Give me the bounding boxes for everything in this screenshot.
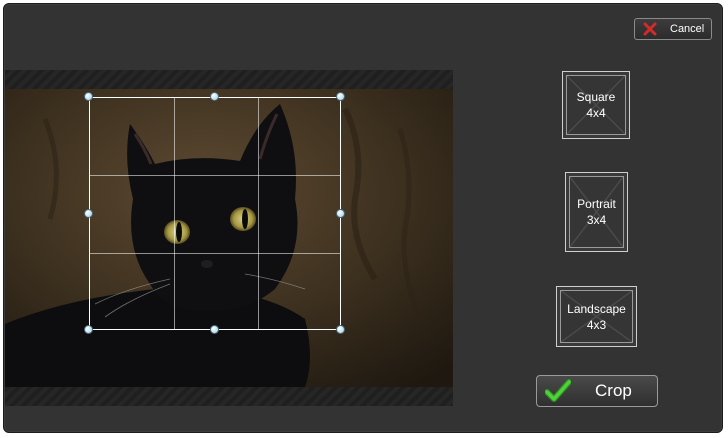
portrait-ratio: 3x4 <box>586 213 607 227</box>
crop-dialog: Cancel Square 4x4 Portrait 3x4 Landscape… <box>3 3 723 433</box>
landscape-button[interactable]: Landscape 4x3 <box>556 286 637 347</box>
letterbox-bottom <box>5 387 453 406</box>
crop-handle-left[interactable] <box>84 209 93 218</box>
x-icon <box>639 19 661 39</box>
grid-line <box>90 253 340 254</box>
portrait-button[interactable]: Portrait 3x4 <box>565 172 628 252</box>
crop-selection[interactable] <box>89 97 341 330</box>
crop-handle-bottom-left[interactable] <box>84 325 93 334</box>
cancel-button[interactable]: Cancel <box>634 18 712 40</box>
crop-handle-top-right[interactable] <box>336 92 345 101</box>
portrait-label: Portrait <box>577 197 616 211</box>
grid-line <box>174 98 175 329</box>
square-button[interactable]: Square 4x4 <box>562 71 630 139</box>
crop-handle-bottom-right[interactable] <box>336 325 345 334</box>
landscape-ratio: 4x3 <box>586 317 607 332</box>
landscape-label: Landscape <box>567 301 626 316</box>
crop-label: Crop <box>595 381 632 400</box>
crop-button[interactable]: Crop <box>536 375 658 407</box>
square-label: Square <box>576 90 616 104</box>
crop-handle-bottom[interactable] <box>210 325 219 334</box>
square-ratio: 4x4 <box>586 106 606 120</box>
crop-handle-top[interactable] <box>210 92 219 101</box>
checkmark-icon <box>543 377 573 405</box>
crop-handle-right[interactable] <box>336 209 345 218</box>
grid-line <box>90 175 340 176</box>
grid-line <box>258 98 259 329</box>
letterbox-top <box>5 70 453 89</box>
crop-handle-top-left[interactable] <box>84 92 93 101</box>
cancel-label: Cancel <box>670 23 705 35</box>
